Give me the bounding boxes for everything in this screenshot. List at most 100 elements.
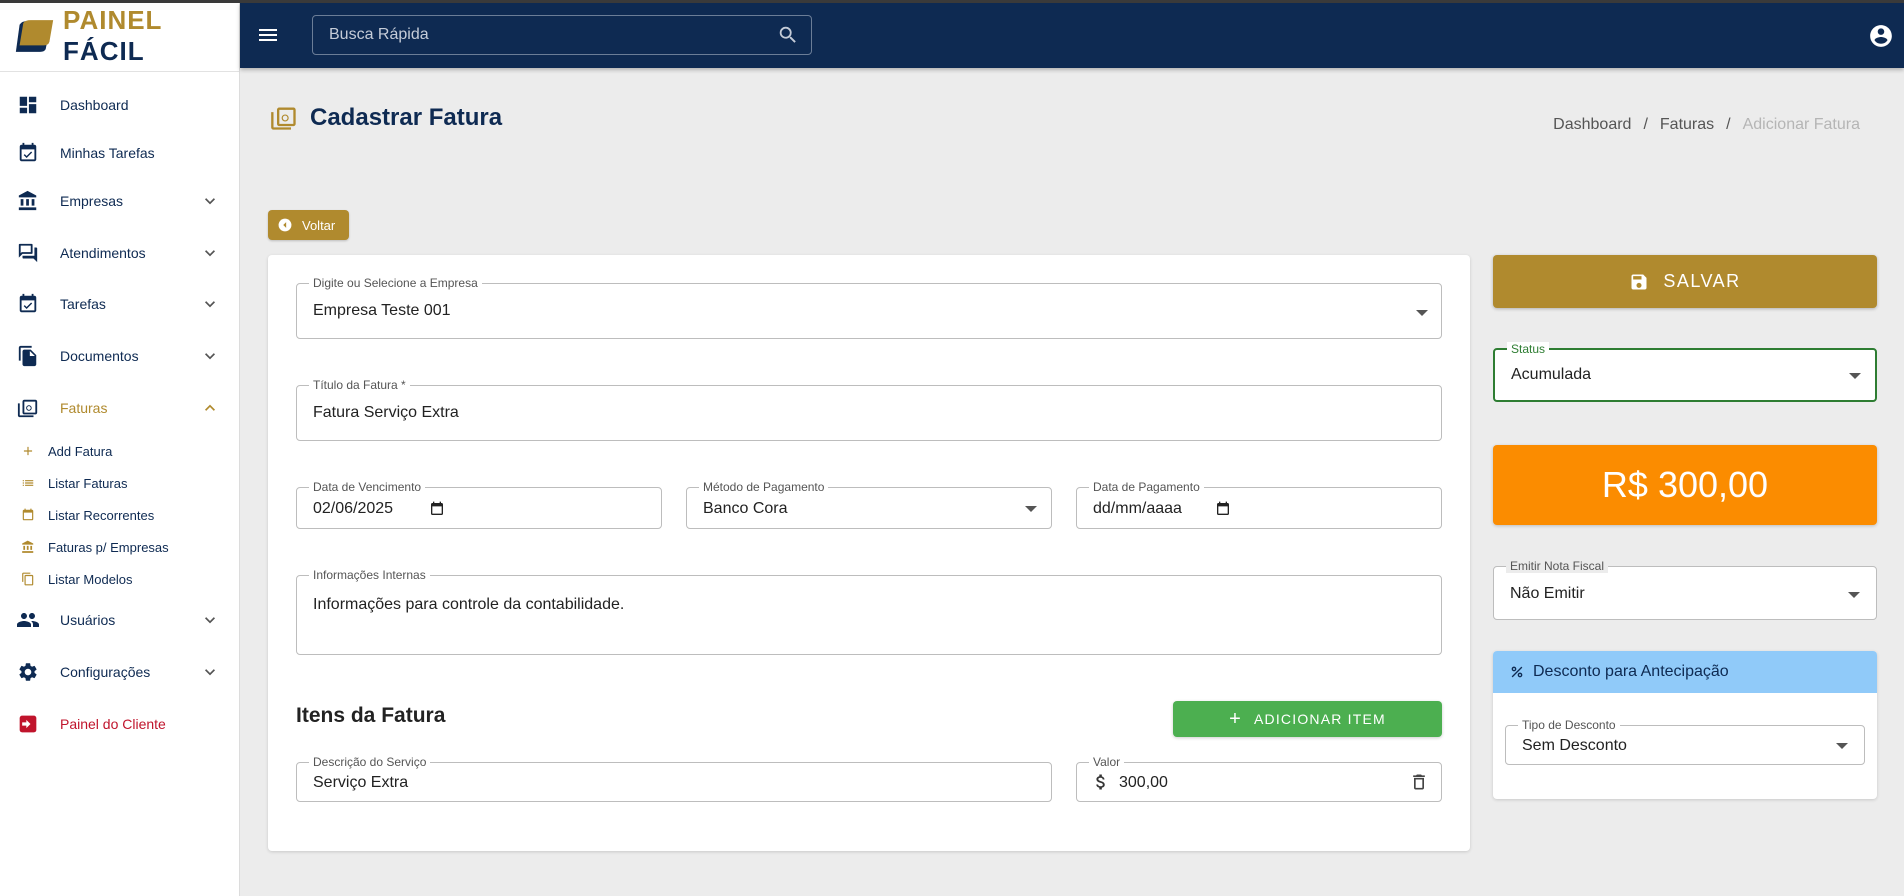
plus-icon xyxy=(20,443,36,459)
sidebar-item-atendimentos[interactable]: Atendimentos xyxy=(0,233,239,273)
add-item-label: ADICIONAR ITEM xyxy=(1253,711,1386,727)
discount-card: Desconto para Antecipação Tipo de Descon… xyxy=(1493,651,1877,799)
dashboard-icon xyxy=(16,93,40,117)
sidebar-item-label: Atendimentos xyxy=(60,245,146,261)
sidebar-subitem-faturas-empresas[interactable]: Faturas p/ Empresas xyxy=(0,533,239,561)
chevron-up-icon xyxy=(205,404,215,411)
sidebar-subitem-listar-modelos[interactable]: Listar Modelos xyxy=(0,565,239,593)
breadcrumb-dashboard[interactable]: Dashboard xyxy=(1553,116,1631,134)
total-amount: R$ 300,00 xyxy=(1493,445,1877,525)
calendar-icon[interactable] xyxy=(1215,501,1231,517)
empresa-select[interactable]: Digite ou Selecione a Empresa Empresa Te… xyxy=(296,276,1442,339)
sidebar-subitem-label: Faturas p/ Empresas xyxy=(48,539,169,555)
sidebar-item-label: Minhas Tarefas xyxy=(60,145,155,161)
dropdown-arrow-icon xyxy=(1836,743,1848,749)
breadcrumb-separator: / xyxy=(1726,116,1731,133)
status-value: Acumulada xyxy=(1511,366,1592,383)
nota-fiscal-select[interactable]: Emitir Nota Fiscal Não Emitir xyxy=(1493,559,1877,620)
discount-type-select[interactable]: Tipo de Desconto Sem Desconto xyxy=(1505,718,1865,765)
metodo-label: Método de Pagamento xyxy=(699,480,829,494)
documents-icon xyxy=(16,344,40,368)
search-input[interactable] xyxy=(313,16,773,54)
topbar xyxy=(240,3,1904,68)
item-descricao-field[interactable]: Descrição do Serviço Serviço Extra xyxy=(296,755,1052,802)
dropdown-arrow-icon xyxy=(1416,310,1428,316)
logo-text-part2: FÁCIL xyxy=(63,35,145,66)
top-border xyxy=(0,0,1904,3)
item-valor-field[interactable]: Valor 300,00 xyxy=(1076,755,1442,802)
titulo-value: Fatura Serviço Extra xyxy=(313,404,459,421)
status-label: Status xyxy=(1507,342,1550,356)
money-icon xyxy=(271,107,296,130)
dropdown-arrow-icon xyxy=(1849,373,1861,379)
gear-icon xyxy=(16,660,40,684)
info-value: Informações para controle da contabilida… xyxy=(313,596,625,613)
info-label: Informações Internas xyxy=(309,568,430,582)
users-icon xyxy=(16,608,40,632)
items-section-title: Itens da Fatura xyxy=(296,704,446,727)
logo[interactable]: PAINEL FÁCIL xyxy=(0,0,239,72)
save-icon xyxy=(1631,274,1647,289)
money-icon xyxy=(16,396,40,420)
item-valor-label: Valor xyxy=(1089,755,1125,769)
sidebar-item-painel-cliente[interactable]: Painel do Cliente xyxy=(0,704,239,744)
pagamento-value: dd/mm/aaaa xyxy=(1093,500,1182,517)
invoice-form-card: Digite ou Selecione a Empresa Empresa Te… xyxy=(268,255,1470,851)
metodo-value: Banco Cora xyxy=(703,500,788,517)
sidebar-subitem-label: Add Fatura xyxy=(48,443,113,459)
delete-icon[interactable] xyxy=(1409,772,1429,792)
back-button-label: Voltar xyxy=(302,217,336,233)
sidebar-item-configuracoes[interactable]: Configurações xyxy=(0,652,239,692)
login-icon xyxy=(16,712,40,736)
metodo-pagamento-select[interactable]: Método de Pagamento Banco Cora xyxy=(686,480,1052,529)
empresa-label: Digite ou Selecione a Empresa xyxy=(309,276,482,290)
status-select[interactable]: Status Acumulada xyxy=(1493,342,1877,402)
info-internas-textarea[interactable]: Informações Internas Informações para co… xyxy=(296,568,1442,655)
save-button[interactable]: SALVAR xyxy=(1493,255,1877,308)
chevron-down-icon xyxy=(205,617,215,624)
vencimento-date-field[interactable]: Data de Vencimento 02/06/2025 xyxy=(296,480,662,529)
dropdown-arrow-icon xyxy=(1025,506,1037,512)
chevron-down-icon xyxy=(205,250,215,257)
sidebar-item-empresas[interactable]: Empresas xyxy=(0,181,239,221)
sidebar-item-usuarios[interactable]: Usuários xyxy=(0,600,239,640)
sidebar-subitem-listar-recorrentes[interactable]: Listar Recorrentes xyxy=(0,501,239,529)
item-valor-value: 300,00 xyxy=(1119,774,1168,791)
logo-icon xyxy=(15,19,54,52)
add-item-button[interactable]: + ADICIONAR ITEM xyxy=(1173,701,1442,737)
sidebar-item-documentos[interactable]: Documentos xyxy=(0,336,239,376)
sidebar-subitem-listar-faturas[interactable]: Listar Faturas xyxy=(0,469,239,497)
sidebar-subitem-label: Listar Faturas xyxy=(48,475,128,491)
pagamento-label: Data de Pagamento xyxy=(1089,480,1204,494)
menu-icon[interactable] xyxy=(256,23,280,47)
arrow-left-circle-icon xyxy=(278,218,292,232)
calendar-icon xyxy=(20,507,36,523)
discount-type-label: Tipo de Desconto xyxy=(1518,718,1620,732)
sidebar-item-label: Usuários xyxy=(60,612,116,628)
nota-label: Emitir Nota Fiscal xyxy=(1506,559,1609,573)
titulo-field[interactable]: Título da Fatura * Fatura Serviço Extra xyxy=(296,378,1442,441)
sidebar-item-dashboard[interactable]: Dashboard xyxy=(0,85,239,125)
chat-icon xyxy=(16,241,40,265)
dollar-icon xyxy=(1096,774,1105,790)
breadcrumb-current: Adicionar Fatura xyxy=(1742,116,1860,133)
logo-text-part1: PAINEL xyxy=(63,4,162,35)
item-descricao-value: Serviço Extra xyxy=(313,774,409,791)
calendar-icon[interactable] xyxy=(429,501,445,517)
back-button[interactable]: Voltar xyxy=(268,210,349,240)
empresa-value: Empresa Teste 001 xyxy=(313,302,451,319)
search-icon[interactable] xyxy=(777,24,799,46)
page-title: Cadastrar Fatura xyxy=(310,104,503,131)
sidebar-item-faturas[interactable]: Faturas xyxy=(0,388,239,428)
pagamento-date-field[interactable]: Data de Pagamento dd/mm/aaaa xyxy=(1076,480,1442,529)
sidebar-item-tarefas[interactable]: Tarefas xyxy=(0,284,239,324)
breadcrumb-faturas[interactable]: Faturas xyxy=(1660,116,1714,134)
discount-title: Desconto para Antecipação xyxy=(1533,663,1729,680)
account-circle-icon[interactable] xyxy=(1868,23,1894,49)
sidebar-item-label: Faturas xyxy=(60,400,108,416)
sidebar-subitem-add-fatura[interactable]: Add Fatura xyxy=(0,437,239,465)
dropdown-arrow-icon xyxy=(1848,592,1860,598)
chevron-down-icon xyxy=(205,198,215,205)
sidebar-subitem-label: Listar Recorrentes xyxy=(48,507,155,523)
sidebar-item-minhas-tarefas[interactable]: Minhas Tarefas xyxy=(0,133,239,173)
